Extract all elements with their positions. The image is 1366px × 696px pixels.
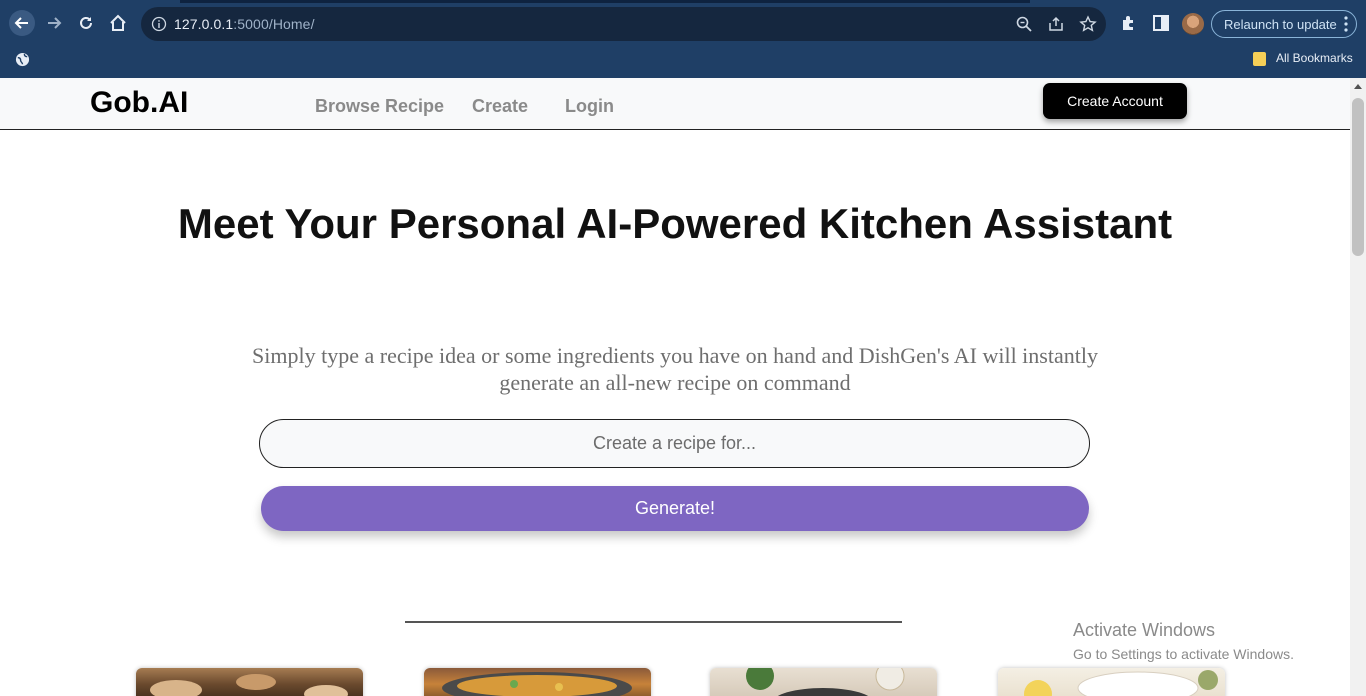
reload-icon [80,16,92,29]
recipe-card[interactable] [424,668,651,696]
browser-toolbar: 127.0.0.1:5000/Home/ Relaunch to update [0,0,1366,47]
extensions-icon[interactable] [1119,13,1139,33]
site-navbar: Gob.AI Browse Recipe Create Login Create… [0,78,1350,130]
generate-button[interactable]: Generate! [261,486,1089,531]
hero-subtitle: Simply type a recipe idea or some ingred… [252,343,1098,395]
recipe-search-input[interactable]: Create a recipe for... [259,419,1090,468]
home-button[interactable] [105,10,131,36]
globe-icon[interactable] [15,52,30,67]
recipe-card-image [1024,670,1218,696]
nav-link-browse-recipe[interactable]: Browse Recipe [315,96,444,117]
url-text[interactable]: 127.0.0.1:5000/Home/ [174,16,315,32]
side-panel-icon[interactable] [1151,13,1171,33]
page-scrollbar[interactable] [1350,78,1366,696]
hero-title: Meet Your Personal AI-Powered Kitchen As… [177,200,1173,247]
zoom-icon[interactable] [1015,15,1033,33]
all-bookmarks-label[interactable]: All Bookmarks [1276,51,1353,65]
forward-button[interactable] [41,10,67,36]
tab-strip-edge [180,0,1030,3]
create-account-button[interactable]: Create Account [1043,83,1187,119]
section-divider [405,621,902,623]
more-menu-icon[interactable] [1344,16,1348,32]
home-icon [110,14,126,31]
recipe-card[interactable] [710,668,937,696]
windows-watermark-subtitle: Go to Settings to activate Windows. [1073,646,1294,662]
brand-logo[interactable]: Gob.AI [90,86,188,120]
recipe-card-image [150,674,348,696]
recipe-card[interactable] [998,668,1225,696]
bookmarks-bar: All Bookmarks [0,47,1366,78]
relaunch-button[interactable]: Relaunch to update [1211,10,1357,38]
profile-avatar[interactable] [1182,13,1204,35]
folder-icon[interactable] [1253,52,1266,66]
recipe-card[interactable] [136,668,363,696]
scrollbar-thumb[interactable] [1352,98,1364,256]
scroll-up-icon[interactable] [1354,84,1362,89]
nav-link-login[interactable]: Login [565,96,614,117]
address-bar[interactable]: 127.0.0.1:5000/Home/ [141,7,1106,41]
recipe-card-image [442,672,632,696]
star-icon[interactable] [1079,15,1097,33]
url-host: 127.0.0.1 [174,16,234,32]
arrow-left-icon [14,17,28,29]
info-icon[interactable] [151,16,167,32]
reload-button[interactable] [73,10,99,36]
back-button[interactable] [9,10,35,36]
relaunch-label: Relaunch to update [1224,16,1337,32]
share-icon[interactable] [1047,15,1065,33]
web-page: Gob.AI Browse Recipe Create Login Create… [0,78,1350,696]
nav-link-create[interactable]: Create [472,96,528,117]
url-path: :5000/Home/ [233,16,315,32]
recipe-card-image [746,668,905,696]
arrow-right-icon [48,17,62,29]
windows-watermark-title: Activate Windows [1073,620,1216,640]
